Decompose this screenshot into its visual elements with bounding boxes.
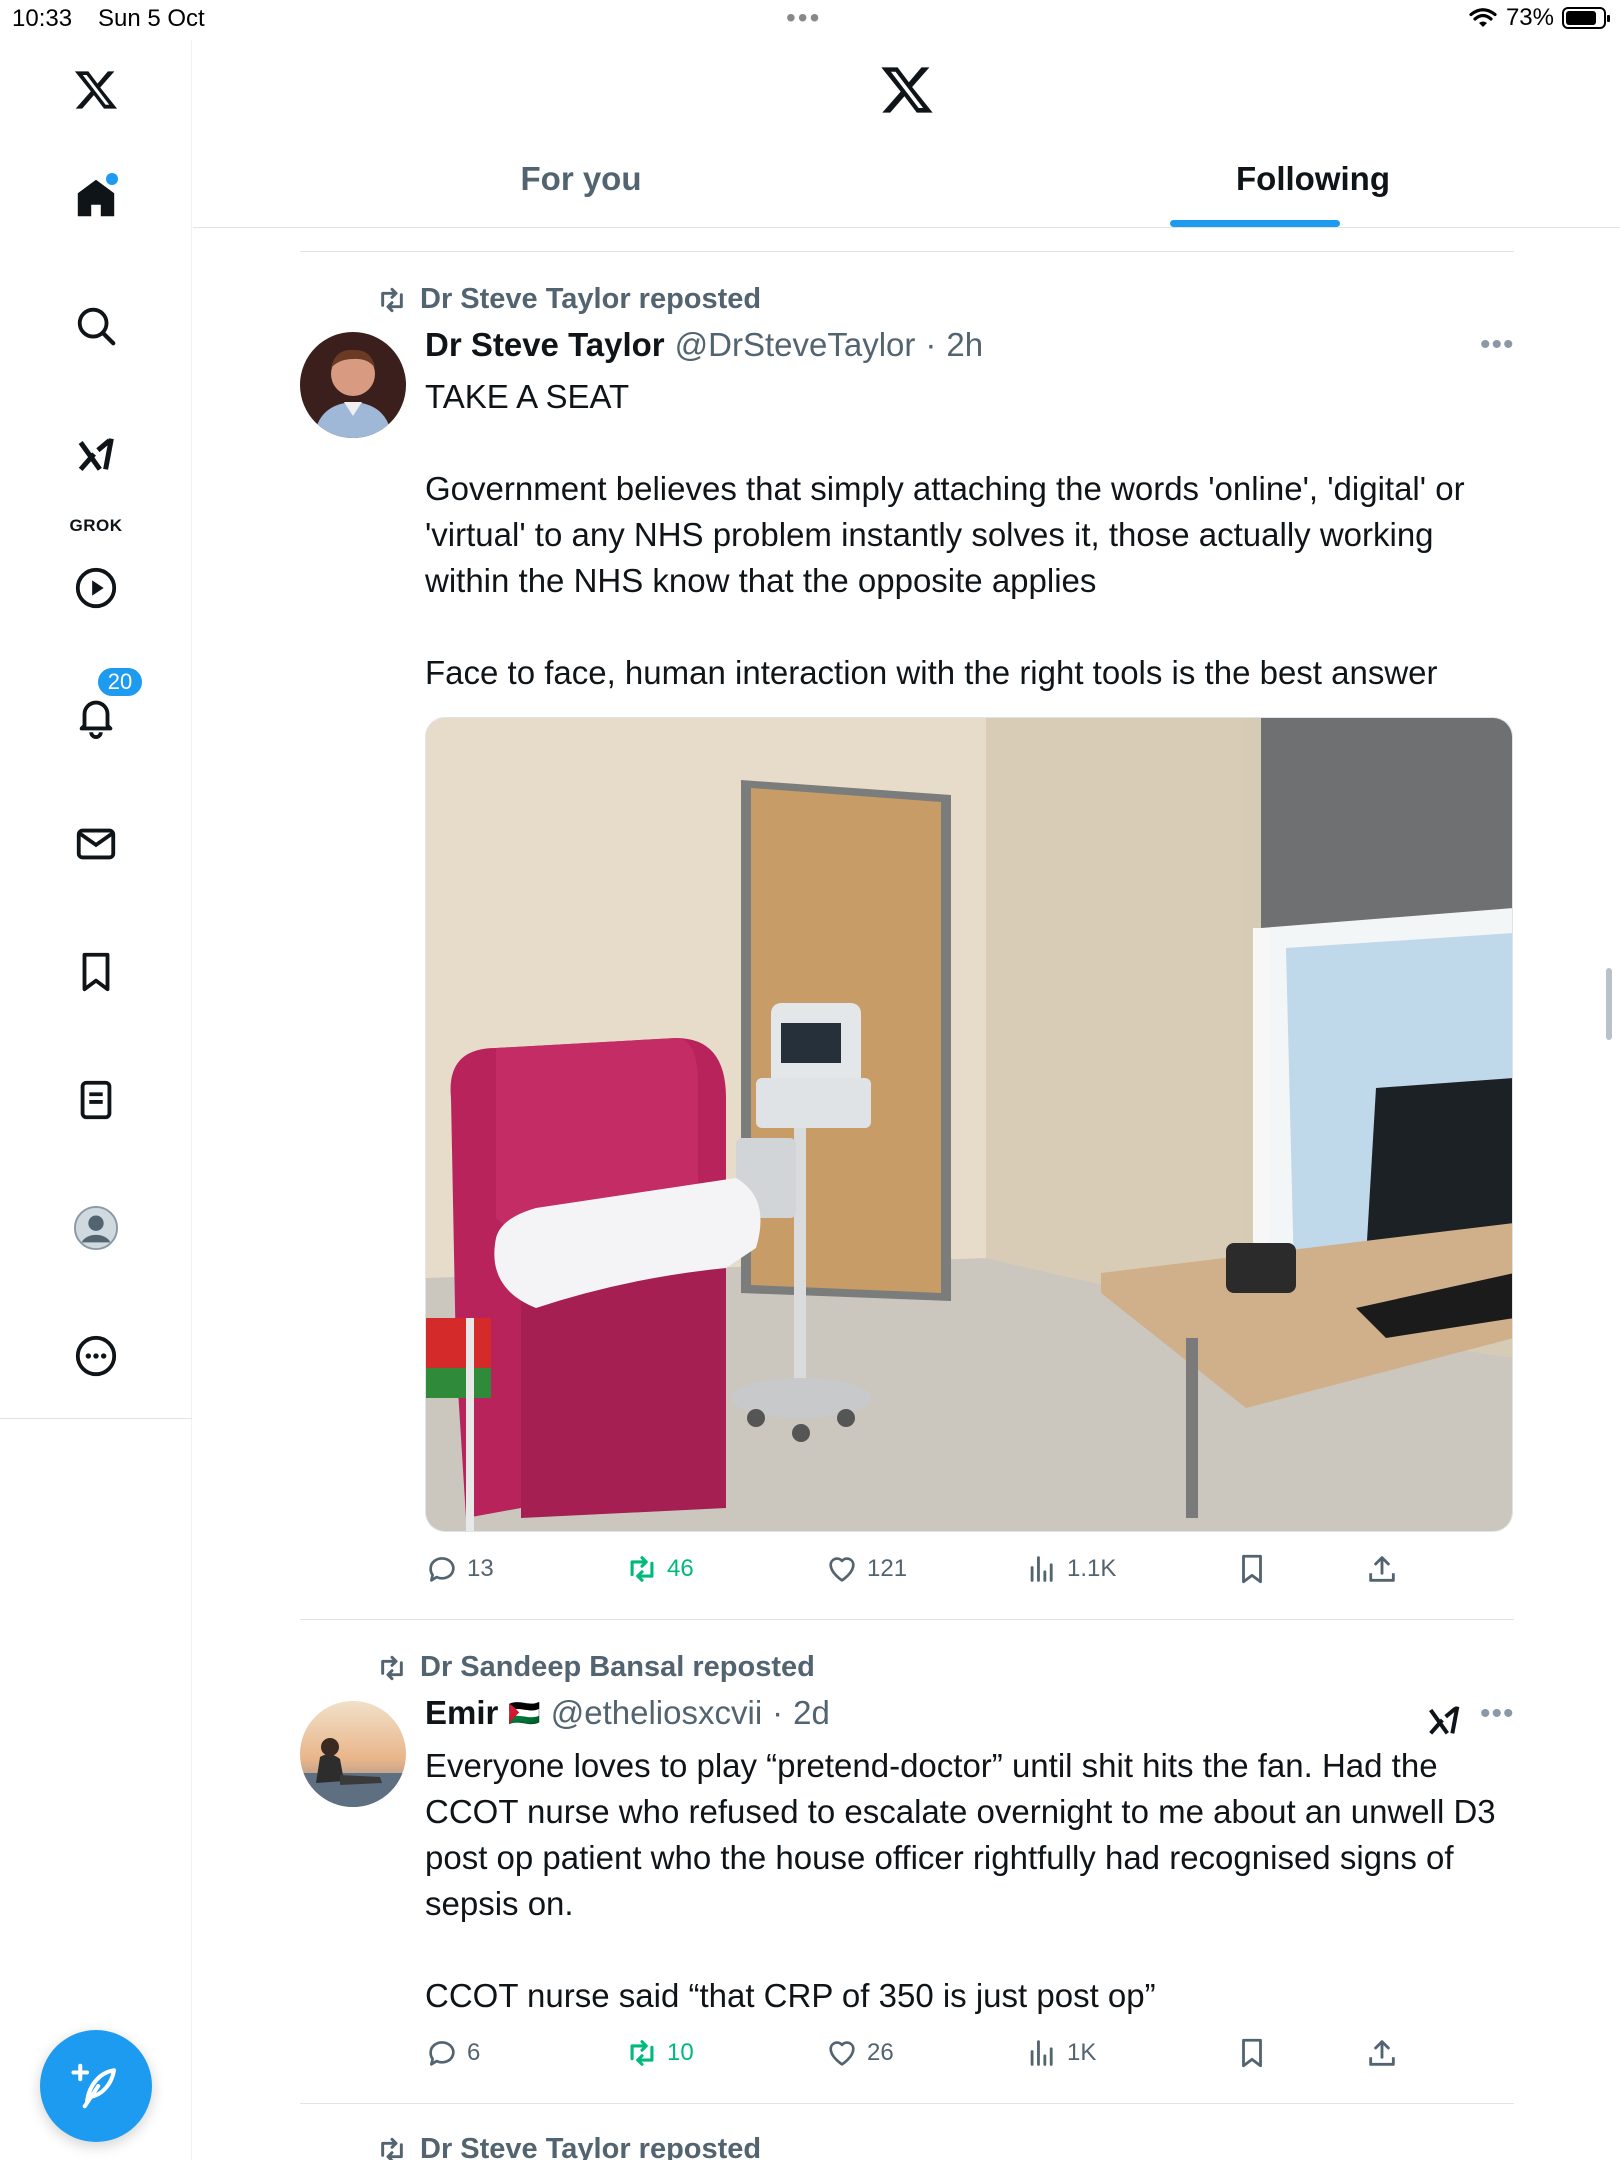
repost-button[interactable]: 46 xyxy=(625,1552,694,1586)
tab-following[interactable]: Following xyxy=(1153,160,1473,198)
avatar[interactable] xyxy=(300,1701,406,1807)
repost-label[interactable]: Dr Sandeep Bansal reposted xyxy=(420,1651,815,1684)
repost-icon xyxy=(381,287,403,312)
bookmarks-icon[interactable] xyxy=(64,940,128,1004)
reply-button[interactable]: 13 xyxy=(425,1552,494,1586)
author-name[interactable]: Dr Steve Taylor xyxy=(425,326,665,364)
views-button[interactable]: 1K xyxy=(1025,2036,1096,2070)
tweet-timestamp[interactable]: 2d xyxy=(793,1694,830,1732)
separator-dot: · xyxy=(772,1694,784,1731)
tweet-text: TAKE A SEAT Government believes that sim… xyxy=(425,378,1465,691)
wifi-icon xyxy=(1469,8,1497,27)
tweet-timestamp[interactable]: 2h xyxy=(946,326,983,364)
x-logo-icon[interactable] xyxy=(879,62,935,118)
home-icon[interactable] xyxy=(64,166,128,230)
battery-percent: 73% xyxy=(1505,4,1554,31)
feed-divider xyxy=(300,1619,1514,1620)
sidebar-divider xyxy=(0,1418,192,1419)
like-button[interactable]: 121 xyxy=(825,1552,907,1586)
avatar[interactable] xyxy=(300,332,406,438)
heart-icon xyxy=(829,1557,855,1582)
like-count: 121 xyxy=(867,1555,908,1582)
compose-feather-icon xyxy=(71,2063,117,2109)
author-name[interactable]: Emir xyxy=(425,1694,498,1732)
view-count: 1K xyxy=(1067,2039,1097,2066)
views-chart-icon xyxy=(1030,2040,1053,2066)
video-play-icon[interactable] xyxy=(64,556,128,620)
x-logo-icon[interactable] xyxy=(64,58,128,122)
reply-count: 13 xyxy=(467,1555,494,1582)
bookmark-button[interactable] xyxy=(1235,2036,1269,2070)
repost-icon xyxy=(381,1655,403,1680)
tweet-author-line: Emir 🇵🇸 @etheliosxcvii · 2d xyxy=(425,1694,830,1732)
share-upload-icon xyxy=(1369,1556,1395,1582)
author-handle[interactable]: @DrSteveTaylor xyxy=(675,326,916,364)
grok-icon[interactable] xyxy=(64,422,128,486)
bookmark-icon xyxy=(1242,1554,1262,1584)
author-handle[interactable]: @etheliosxcvii xyxy=(551,1694,762,1732)
more-menu-icon[interactable]: ••• xyxy=(1480,328,1515,362)
active-tab-indicator xyxy=(1170,220,1340,227)
feed-divider xyxy=(300,251,1514,252)
repost-context: Dr Sandeep Bansal reposted xyxy=(376,1651,815,1684)
share-button[interactable] xyxy=(1365,2036,1399,2070)
share-upload-icon xyxy=(1369,2040,1395,2066)
status-time: 10:33 xyxy=(12,5,73,32)
home-unread-dot xyxy=(106,173,118,185)
more-options-icon[interactable] xyxy=(64,1324,128,1388)
notification-badge: 20 xyxy=(96,666,144,698)
feed-divider xyxy=(300,2103,1514,2104)
more-menu-icon[interactable]: ••• xyxy=(1480,1697,1515,1731)
separator-dot: · xyxy=(925,326,937,363)
repost-count: 10 xyxy=(667,2039,694,2066)
tweet-text: Everyone loves to play “pretend-doctor” … xyxy=(425,1747,1496,2014)
repost-icon xyxy=(381,2137,403,2160)
bookmark-icon xyxy=(1242,2038,1262,2068)
share-button[interactable] xyxy=(1365,1552,1399,1586)
status-right: 73% xyxy=(1468,4,1610,32)
repost-icon xyxy=(630,1556,654,1582)
status-bar: 10:33 Sun 5 Oct ••• 73% xyxy=(0,0,1620,40)
author-flag: 🇵🇸 xyxy=(508,1697,541,1728)
view-count: 1.1K xyxy=(1067,1555,1117,1582)
grok-label: GROK xyxy=(69,516,123,535)
tweet-actions: 6 10 26 1K xyxy=(425,2036,1425,2076)
like-count: 26 xyxy=(867,2039,894,2066)
messages-envelope-icon[interactable] xyxy=(64,812,128,876)
sidebar: GROK 20 xyxy=(0,40,192,2160)
lists-icon[interactable] xyxy=(64,1068,128,1132)
grok-explain-icon[interactable] xyxy=(1424,1700,1464,1740)
repost-context: Dr Steve Taylor reposted xyxy=(376,283,761,316)
compose-post-button[interactable] xyxy=(40,2030,152,2142)
battery-icon xyxy=(1562,7,1610,29)
tweet-image[interactable] xyxy=(425,717,1513,1532)
repost-icon xyxy=(630,2040,654,2066)
like-button[interactable]: 26 xyxy=(825,2036,894,2070)
clinic-room-photo xyxy=(426,718,1512,1531)
repost-button[interactable]: 10 xyxy=(625,2036,694,2070)
multitasking-dots[interactable]: ••• xyxy=(786,2,821,34)
tab-for-you[interactable]: For you xyxy=(481,160,681,198)
search-icon[interactable] xyxy=(64,294,128,358)
reply-bubble-icon xyxy=(429,1557,455,1582)
repost-label[interactable]: Dr Steve Taylor reposted xyxy=(420,283,761,316)
scrollbar-thumb[interactable] xyxy=(1606,968,1612,1040)
reply-button[interactable]: 6 xyxy=(425,2036,480,2070)
repost-context: Dr Steve Taylor reposted xyxy=(376,2133,761,2160)
views-button[interactable]: 1.1K xyxy=(1025,1552,1116,1586)
heart-icon xyxy=(829,2041,855,2066)
profile-avatar-icon[interactable] xyxy=(64,1196,128,1260)
repost-label[interactable]: Dr Steve Taylor reposted xyxy=(420,2133,761,2160)
reply-bubble-icon xyxy=(429,2041,455,2066)
repost-count: 46 xyxy=(667,1555,694,1582)
timeline-header: For you Following xyxy=(193,40,1620,228)
tweet-actions: 13 46 121 1.1K xyxy=(425,1552,1425,1592)
views-chart-icon xyxy=(1030,1556,1053,1582)
tweet-author-line: Dr Steve Taylor @DrSteveTaylor · 2h xyxy=(425,326,983,364)
bookmark-button[interactable] xyxy=(1235,1552,1269,1586)
reply-count: 6 xyxy=(467,2039,481,2066)
status-date: Sun 5 Oct xyxy=(98,5,205,32)
